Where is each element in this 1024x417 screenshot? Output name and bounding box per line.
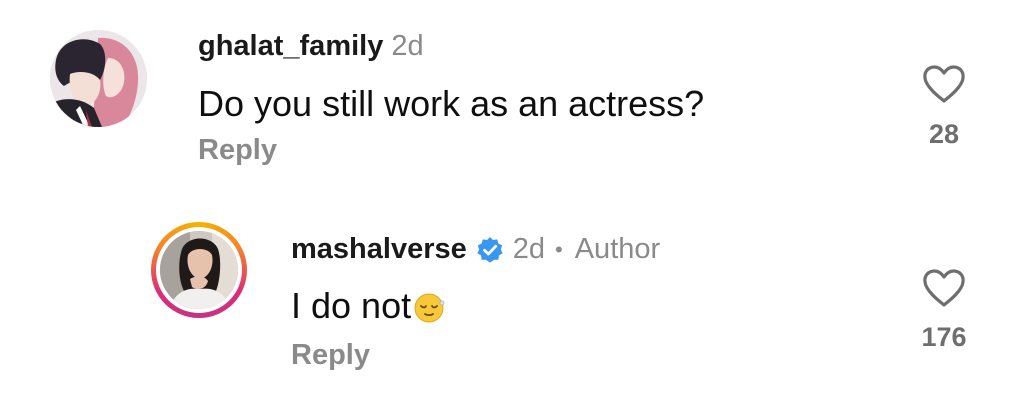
anime-couple-avatar-icon [50,30,147,127]
verified-badge-icon [476,236,504,264]
like-count: 28 [928,119,960,149]
timestamp: 2d [391,30,424,62]
comments-section: ghalat_family 2d Do you still work as an… [0,0,1024,417]
avatar[interactable] [50,30,147,127]
comment-text-body: I do not [291,285,412,326]
author-label: Author [574,233,661,265]
username[interactable]: mashalverse [291,233,467,266]
heart-outline-icon[interactable] [922,268,966,308]
separator-dot: • [555,236,563,262]
username[interactable]: ghalat_family [198,30,383,62]
relieved-face-emoji-icon [413,291,447,325]
comment-text: I do not [291,285,447,327]
like-count: 176 [921,322,967,352]
comment-header: ghalat_family 2d [198,30,424,63]
avatar [160,231,238,309]
story-ring-gap [156,227,242,313]
reply-button[interactable]: Reply [198,134,277,167]
profile-photo-avatar-icon [160,231,238,309]
reply-button[interactable]: Reply [291,339,370,372]
story-ring[interactable] [151,222,247,318]
comment-text: Do you still work as an actress? [198,83,705,124]
timestamp: 2d [512,233,546,265]
heart-outline-icon[interactable] [922,64,966,104]
comment-header: mashalverse 2d • Author [291,233,660,266]
